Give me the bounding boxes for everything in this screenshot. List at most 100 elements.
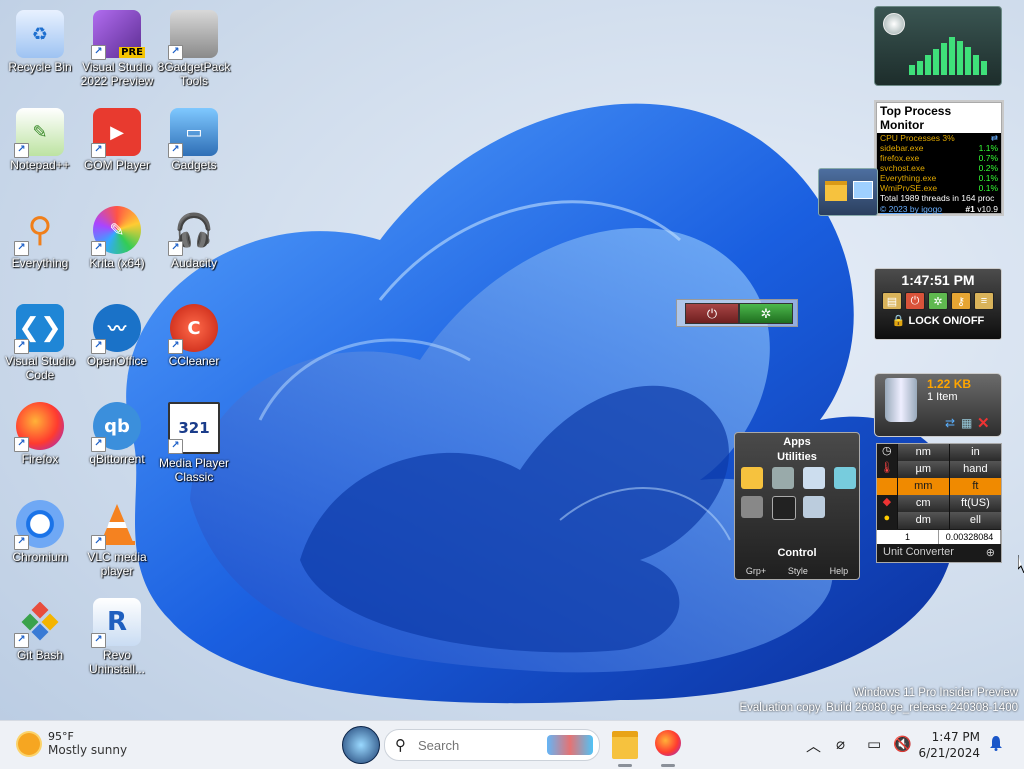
weather-description: Mostly sunny	[48, 743, 128, 757]
desktop-icon-8gadgetpack-tools[interactable]: ↗ 8GadgetPack Tools	[154, 4, 234, 94]
unit-left[interactable]: cm	[896, 495, 949, 512]
area-icon[interactable]: ◆	[877, 495, 897, 512]
delete-icon[interactable]: ✕	[977, 414, 990, 432]
settings-icon[interactable]: ≡	[974, 292, 994, 310]
running-indicator	[618, 764, 632, 767]
desktop-icon-krita[interactable]: ✎ ↗ Krita (x64)	[77, 200, 157, 290]
shutdown-icon[interactable]: ⏻	[905, 292, 925, 310]
unit-right[interactable]: in	[948, 444, 1001, 461]
input-value[interactable]: 1	[877, 530, 939, 544]
shortcut-arrow-icon: ↗	[91, 535, 106, 550]
desktop-icon-label: CCleaner	[168, 354, 220, 368]
desktop-icon-everything[interactable]: ⚲ ↗ Everything	[0, 200, 80, 290]
system-clock[interactable]: 1:47 PM 6/21/2024	[916, 729, 980, 761]
desktop-icon-notepad-plus-plus[interactable]: ✎ ↗ Notepad++	[0, 102, 80, 192]
sleep-icon[interactable]: ✲	[928, 292, 948, 310]
notification-bell-icon[interactable]	[988, 735, 1004, 751]
shortcut-arrow-icon: ↗	[14, 241, 29, 256]
unit-right[interactable]: ell	[948, 512, 1001, 529]
desktop-icon-revo-uninstaller[interactable]: R ↗ Revo Uninstall...	[77, 592, 157, 682]
shortcut-arrow-icon: ↗	[91, 339, 106, 354]
taskbar: 95°F Mostly sunny ⚲ ︿ ⌀ ▭ 🔇 1:47 PM 6/21…	[0, 720, 1024, 769]
krita-icon: ✎ ↗	[91, 206, 141, 256]
desktop-icon-label: Visual Studio Code	[5, 354, 75, 382]
shortcut-arrow-icon: ↗	[168, 339, 183, 354]
desktop-icon-ccleaner[interactable]: C ↗ CCleaner	[154, 298, 234, 388]
network-disconnected-icon[interactable]: ⌀	[836, 735, 845, 753]
desktop-icon-recycle-bin[interactable]: ♻ Recycle Bin	[0, 4, 80, 94]
desktop-icon-git-bash[interactable]: ↗ Git Bash	[0, 592, 80, 682]
file-explorer-icon[interactable]	[741, 467, 763, 489]
refresh-icon[interactable]: ⇄	[991, 133, 998, 143]
file-explorer-taskbar-icon[interactable]	[612, 731, 638, 759]
desktop-icon-firefox[interactable]: ↗ Firefox	[0, 396, 80, 486]
style-button[interactable]: Style	[788, 566, 808, 576]
restore-icon[interactable]: ⇄	[945, 416, 955, 430]
clock-time: 1:47 PM	[931, 730, 980, 744]
start-button[interactable]	[342, 726, 380, 764]
weight-icon[interactable]: ●	[877, 512, 897, 529]
ruler-icon[interactable]	[877, 478, 897, 495]
cpu-processes-header: CPU Processes 3% ⇄	[877, 133, 1001, 143]
credit-link[interactable]: © 2023 by igogo	[880, 204, 942, 214]
scanner-icon[interactable]	[772, 467, 794, 489]
folder-shortcut-gadget[interactable]	[818, 168, 878, 216]
everything-search-icon: ⚲ ↗	[14, 206, 64, 256]
restart-button[interactable]: ✲	[739, 303, 793, 324]
desktop-icon-audacity[interactable]: 🎧 ↗ Audacity	[154, 200, 234, 290]
unit-converter-label: Unit Converter	[883, 546, 954, 558]
document-icon[interactable]	[803, 467, 825, 489]
unit-right[interactable]: hand	[948, 461, 1001, 478]
desktop-icon-label: Git Bash	[16, 648, 64, 662]
lock-toggle[interactable]: 🔒 LOCK ON/OFF	[875, 314, 1001, 327]
help-button[interactable]: Help	[830, 566, 849, 576]
unit-left[interactable]: dm	[896, 512, 949, 529]
key-icon[interactable]: ⚷	[951, 292, 971, 310]
desktop-icon-gom-player[interactable]: ▶ ↗ GOM Player	[77, 102, 157, 192]
desktop-icon-openoffice[interactable]: 〰 ↗ OpenOffice	[77, 298, 157, 388]
power-button[interactable]: ⏻	[685, 303, 739, 324]
desktop-icon-label: Firefox	[21, 452, 59, 466]
shortcut-arrow-icon: ↗	[168, 143, 183, 158]
clock-category-icon[interactable]: ◷	[877, 444, 897, 461]
weather-widget[interactable]: 95°F Mostly sunny	[18, 730, 127, 757]
display-icon[interactable]: ▭	[867, 735, 881, 753]
desktop-icon-vscode[interactable]: ❮❯ ↗ Visual Studio Code	[0, 298, 80, 388]
unit-left[interactable]: µm	[896, 461, 949, 478]
unit-right[interactable]: ft(US)	[948, 495, 1001, 512]
network-activity-bars	[909, 37, 987, 75]
top-process-monitor-gadget[interactable]: Top Process Monitor CPU Processes 3% ⇄ s…	[876, 102, 1002, 214]
volume-muted-icon[interactable]: 🔇	[893, 735, 912, 753]
firefox-taskbar-icon[interactable]	[655, 730, 681, 756]
process-row: Everything.exe 0.1%	[877, 173, 1001, 183]
search-input[interactable]	[416, 736, 540, 754]
output-value[interactable]: 0.00328084	[939, 530, 1001, 544]
unit-left[interactable]: nm	[896, 444, 949, 461]
search-highlight-image	[547, 735, 593, 755]
recycle-utility-icon[interactable]	[803, 496, 825, 518]
unit-left[interactable]: mm	[896, 478, 949, 495]
add-icon[interactable]: ⊕	[986, 546, 995, 559]
taskbar-search[interactable]: ⚲	[384, 729, 600, 761]
unit-right[interactable]: ft	[948, 478, 1001, 495]
desktop-icon-media-player-classic[interactable]: 321 ↗ Media Player Classic	[154, 396, 234, 486]
desktop-icon-qbittorrent[interactable]: qb ↗ qBittorrent	[77, 396, 157, 486]
network-meter-gadget[interactable]	[874, 6, 1002, 86]
group-add-button[interactable]: Grp+	[746, 566, 766, 576]
chevron-up-icon[interactable]: ︿	[806, 735, 821, 756]
clock-lock-gadget[interactable]: 1:47:51 PM ▤ ⏻ ✲ ⚷ ≡ 🔒 LOCK ON/OFF	[874, 268, 1002, 340]
desktop-icon-visual-studio-2022[interactable]: PRE ↗ Visual Studio 2022 Preview	[77, 4, 157, 94]
process-cpu: 0.7%	[978, 153, 998, 163]
empty-bin-icon[interactable]: ▦	[961, 416, 972, 430]
thermometer-icon[interactable]: 🌡	[877, 461, 897, 478]
desktop-icon-vlc[interactable]: ↗ VLC media player	[77, 494, 157, 584]
calculator-icon[interactable]	[741, 496, 763, 518]
snipping-tool-icon[interactable]	[834, 467, 856, 489]
desktop-icon-chromium[interactable]: ↗ Chromium	[0, 494, 80, 584]
desktop-icon-label: Notepad++	[10, 158, 70, 172]
terminal-icon[interactable]	[772, 496, 796, 520]
desktop-icon-gadgets[interactable]: ▭ ↗ Gadgets	[154, 102, 234, 192]
note-icon[interactable]: ▤	[882, 292, 902, 310]
recycle-bin-gadget[interactable]: 1.22 KB 1 Item ⇄ ▦ ✕	[874, 373, 1002, 437]
gadgets-monitor-icon: ▭ ↗	[168, 108, 218, 158]
